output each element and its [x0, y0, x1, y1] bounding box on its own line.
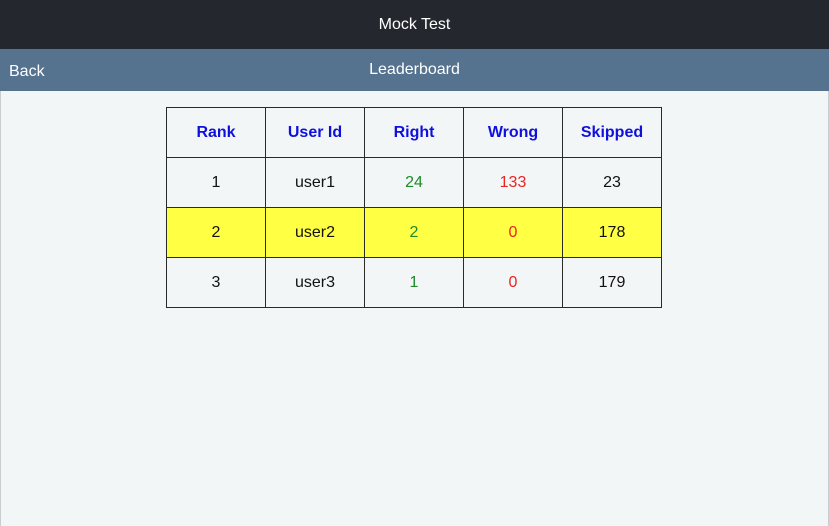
rank-cell: 1 [166, 157, 266, 208]
skipped-cell: 178 [562, 207, 662, 258]
table-row: 2 user2 2 0 178 [166, 207, 662, 258]
right-cell: 2 [364, 207, 464, 258]
navigation-bar: Leaderboard Back [0, 49, 829, 91]
table-row: 3 user3 1 0 179 [166, 257, 662, 308]
wrong-cell: 0 [463, 207, 563, 258]
rank-cell: 3 [166, 257, 266, 308]
rank-cell: 2 [166, 207, 266, 258]
table-header-row: Rank User Id Right Wrong Skipped [166, 107, 662, 158]
user-id-cell: user2 [265, 207, 365, 258]
column-header-skipped: Skipped [562, 107, 662, 158]
wrong-cell: 0 [463, 257, 563, 308]
leaderboard-table: Rank User Id Right Wrong Skipped 1 user1… [166, 107, 662, 308]
right-cell: 1 [364, 257, 464, 308]
table-row: 1 user1 24 133 23 [166, 157, 662, 208]
page-title: Leaderboard [369, 61, 460, 78]
skipped-cell: 23 [562, 157, 662, 208]
app-title: Mock Test [378, 15, 451, 33]
column-header-right: Right [364, 107, 464, 158]
column-header-rank: Rank [166, 107, 266, 158]
column-header-wrong: Wrong [463, 107, 563, 158]
content-area: Rank User Id Right Wrong Skipped 1 user1… [0, 91, 829, 526]
app-title-bar: Mock Test [0, 0, 829, 49]
back-button[interactable]: Back [9, 63, 45, 81]
user-id-cell: user3 [265, 257, 365, 308]
user-id-cell: user1 [265, 157, 365, 208]
skipped-cell: 179 [562, 257, 662, 308]
wrong-cell: 133 [463, 157, 563, 208]
column-header-user-id: User Id [265, 107, 365, 158]
right-cell: 24 [364, 157, 464, 208]
